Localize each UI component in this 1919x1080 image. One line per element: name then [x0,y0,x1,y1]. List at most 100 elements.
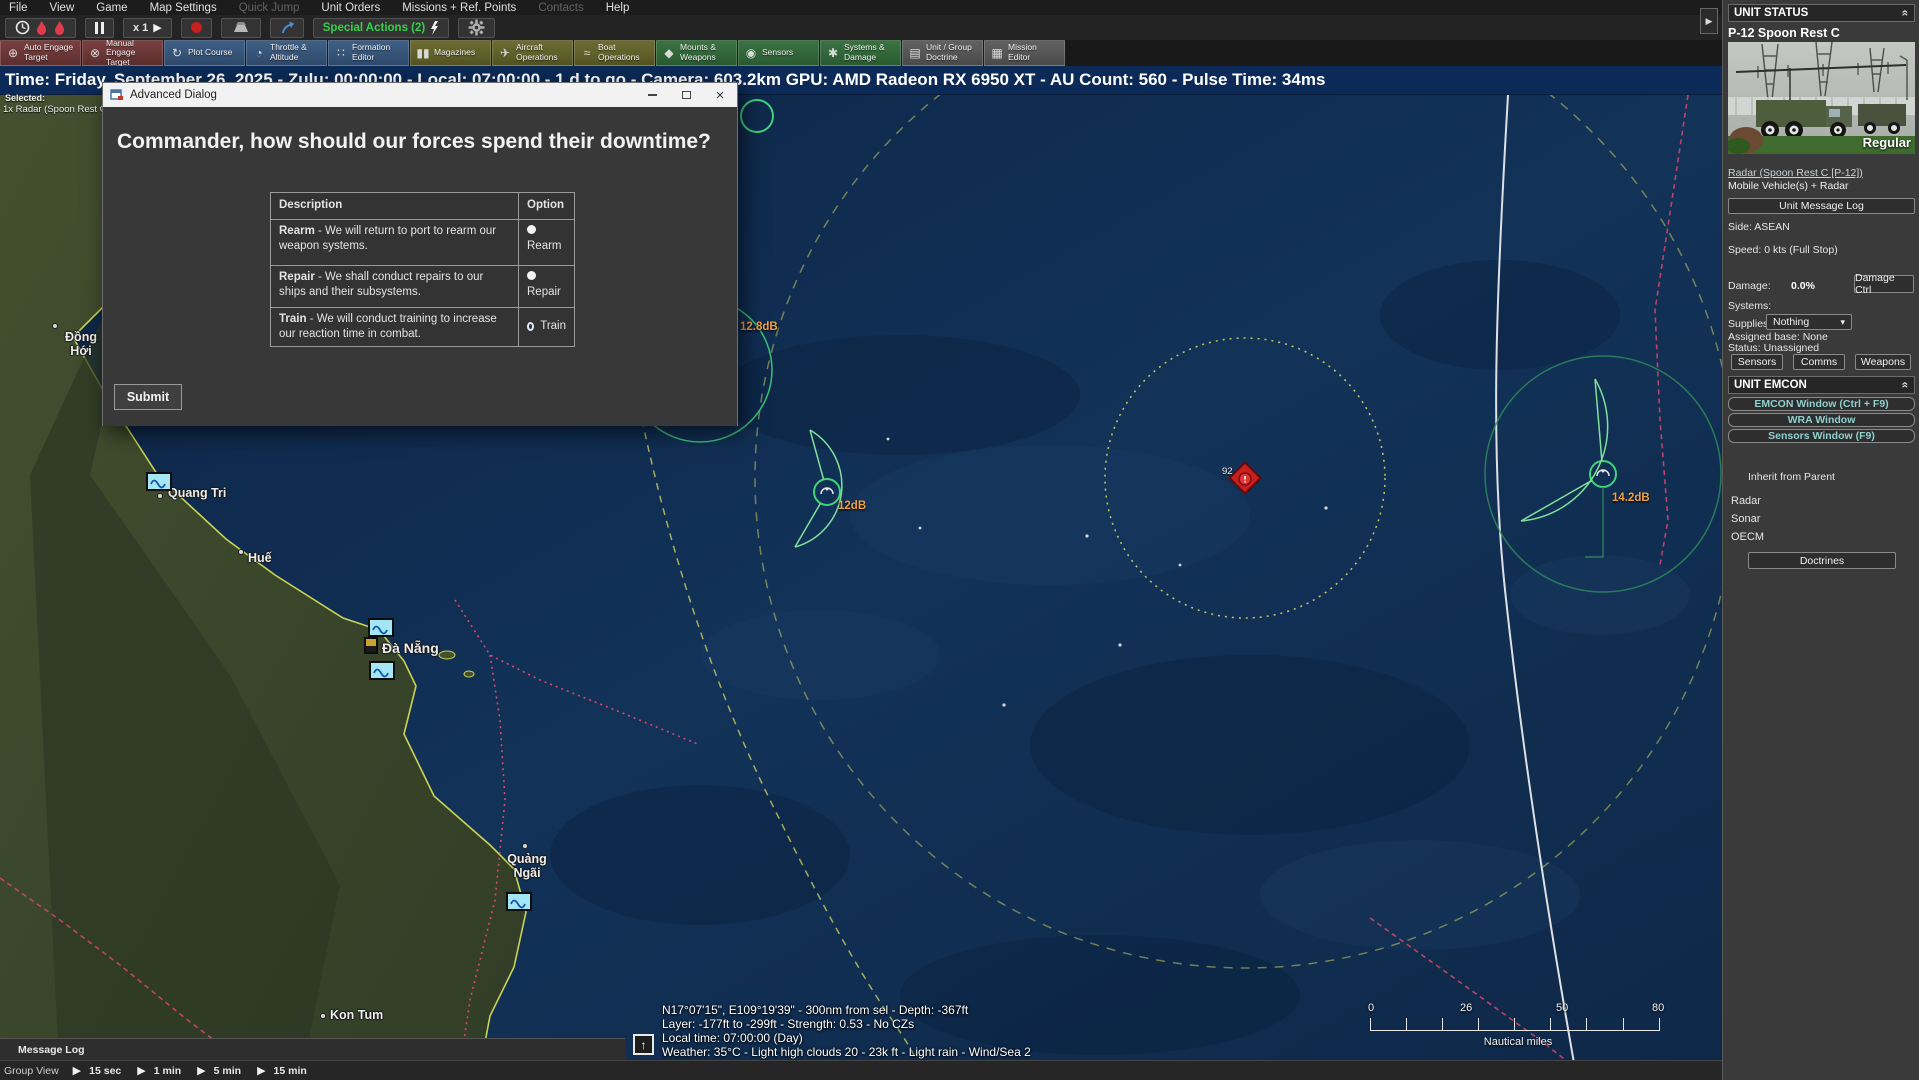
dialog-title-bar[interactable]: Advanced Dialog × [103,83,737,107]
mission-editor-icon: ▦ [990,46,1004,60]
camera-button[interactable] [221,18,261,38]
collapse-chevrons-icon[interactable]: « [1899,382,1913,389]
special-actions-button[interactable]: Special Actions (2) [313,18,449,38]
clock-icon [15,20,30,35]
option-term: Rearm [279,225,315,237]
sonar-layer-line: Layer: -177ft to -299ft - Strength: 0.53… [662,1017,1031,1031]
sidebar-collapse-tab[interactable]: ▶ [1700,8,1718,34]
transport-toolbar: x 1 ▶ Special Actions (2) [0,15,1722,40]
time-step-5min[interactable]: ▶5 min [197,1064,241,1077]
time-step-1min[interactable]: ▶1 min [137,1064,181,1077]
damage-value: 0.0% [1791,280,1815,292]
radar-unit-icon[interactable] [368,618,394,637]
emcon-row-name: OECM [1731,531,1764,543]
record-button[interactable] [181,18,212,38]
minimize-icon [648,94,657,96]
throttle-altitude-button[interactable]: ◔Throttle & Altitude [246,40,327,66]
tool-label: Mounts & Weapons [680,43,733,62]
radio-train-selected[interactable] [527,322,534,331]
supplies-dropdown[interactable]: Nothing ▾ [1766,314,1852,330]
manual-engage-target-button[interactable]: ⊗Manual Engage Target [82,40,163,66]
menu-game[interactable]: Game [87,2,140,14]
map-scale-bar: 0 26 50 80 Nautical miles [1368,1002,1668,1054]
pause-button[interactable] [85,18,114,38]
emcon-row-name: Sonar [1731,513,1760,525]
maximize-button[interactable] [669,83,703,107]
city-marker [238,549,244,555]
game-speed-flames-button[interactable] [5,18,76,38]
radio-label: Repair [527,286,561,298]
proficiency-badge: Regular [1863,135,1911,150]
message-log-label: Message Log [0,1044,85,1056]
collapse-chevrons-icon[interactable]: « [1899,10,1913,17]
scale-unit-label: Nautical miles [1368,1036,1668,1048]
systems-damage-button[interactable]: ✱Systems & Damage [820,40,901,66]
damage-ctrl-button[interactable]: Damage Ctrl [1854,275,1914,293]
formation-editor-button[interactable]: ∷Formation Editor [328,40,409,66]
menu-help[interactable]: Help [597,2,643,14]
message-log-bar[interactable]: Message Log [0,1038,625,1060]
tab-comms[interactable]: Comms [1793,354,1845,370]
menu-bar: File View Game Map Settings Quick Jump U… [0,0,1722,15]
sensors-window-button[interactable]: Sensors Window (F9) [1728,429,1915,443]
wra-window-button[interactable]: WRA Window [1728,413,1915,427]
settings-button[interactable] [458,18,495,38]
signal-strength-label: 14.2dB [1612,492,1650,504]
menu-unit-orders[interactable]: Unit Orders [312,2,393,14]
maximize-icon [682,91,691,99]
island [464,671,474,677]
menu-file[interactable]: File [0,2,41,14]
unit-message-log-button[interactable]: Unit Message Log [1728,198,1915,214]
option-term: Repair [279,271,315,283]
radar-unit-icon[interactable] [146,472,172,491]
island [439,651,455,659]
mounts-weapons-button[interactable]: ◆Mounts & Weapons [656,40,737,66]
plot-course-icon: ↻ [170,46,184,60]
doctrines-button[interactable]: Doctrines [1748,552,1896,569]
tool-label: Systems & Damage [844,43,897,62]
minimize-button[interactable] [635,83,669,107]
radar-unit-icon[interactable] [369,661,395,680]
winforms-app-icon [110,89,124,101]
radio-rearm[interactable] [527,225,536,234]
magazines-button[interactable]: ▮▮Magazines [410,40,491,66]
mission-editor-button[interactable]: ▦Mission Editor [984,40,1065,66]
group-view-label[interactable]: Group View [0,1065,73,1077]
auto-engage-icon: ⊕ [6,46,20,60]
play-icon: ▶ [137,1064,145,1077]
menu-map-settings[interactable]: Map Settings [141,2,230,14]
jump-button[interactable] [270,18,304,38]
option-rest: - We will conduct training to increase o… [279,313,497,341]
lightning-icon [430,21,439,35]
auto-engage-target-button[interactable]: ⊕ Auto Engage Target [0,40,81,66]
unit-status-header[interactable]: UNIT STATUS « [1728,4,1915,22]
plot-course-button[interactable]: ↻Plot Course [164,40,245,66]
unit-emcon-title: UNIT EMCON [1734,379,1807,391]
time-step-label: 5 min [214,1065,241,1077]
unit-db-link[interactable]: Radar (Spoon Rest C [P-12]) [1728,167,1863,179]
menu-view[interactable]: View [41,2,88,14]
time-step-15sec[interactable]: ▶15 sec [73,1064,122,1077]
tool-label: Auto Engage Target [24,43,77,62]
tab-sensors[interactable]: Sensors [1731,354,1783,370]
boat-operations-button[interactable]: ≈Boat Operations [574,40,655,66]
time-step-15min[interactable]: ▶15 min [257,1064,307,1077]
damage-label: Damage: [1728,280,1771,292]
sensors-button[interactable]: ◉Sensors [738,40,819,66]
menu-missions-ref-points[interactable]: Missions + Ref. Points [393,2,529,14]
status-label: Status: Unassigned [1728,342,1819,354]
radar-unit-icon[interactable] [506,892,532,911]
time-compression-button[interactable]: x 1 ▶ [123,18,172,38]
menu-contacts: Contacts [529,2,596,14]
unit-group-doctrine-button[interactable]: ▤Unit / Group Doctrine [902,40,983,66]
emcon-window-button[interactable]: EMCON Window (Ctrl + F9) [1728,397,1915,411]
unit-emcon-header[interactable]: UNIT EMCON « [1728,376,1915,394]
aircraft-operations-button[interactable]: ✈Aircraft Operations [492,40,573,66]
selected-value: 1x Radar (Spoon Rest C [3,104,107,115]
radio-repair[interactable] [527,271,536,280]
formation-icon: ∷ [334,46,348,60]
installation-icon[interactable] [364,637,378,654]
close-button[interactable]: × [703,83,737,107]
tab-weapons[interactable]: Weapons [1855,354,1911,370]
submit-button[interactable]: Submit [114,384,182,410]
